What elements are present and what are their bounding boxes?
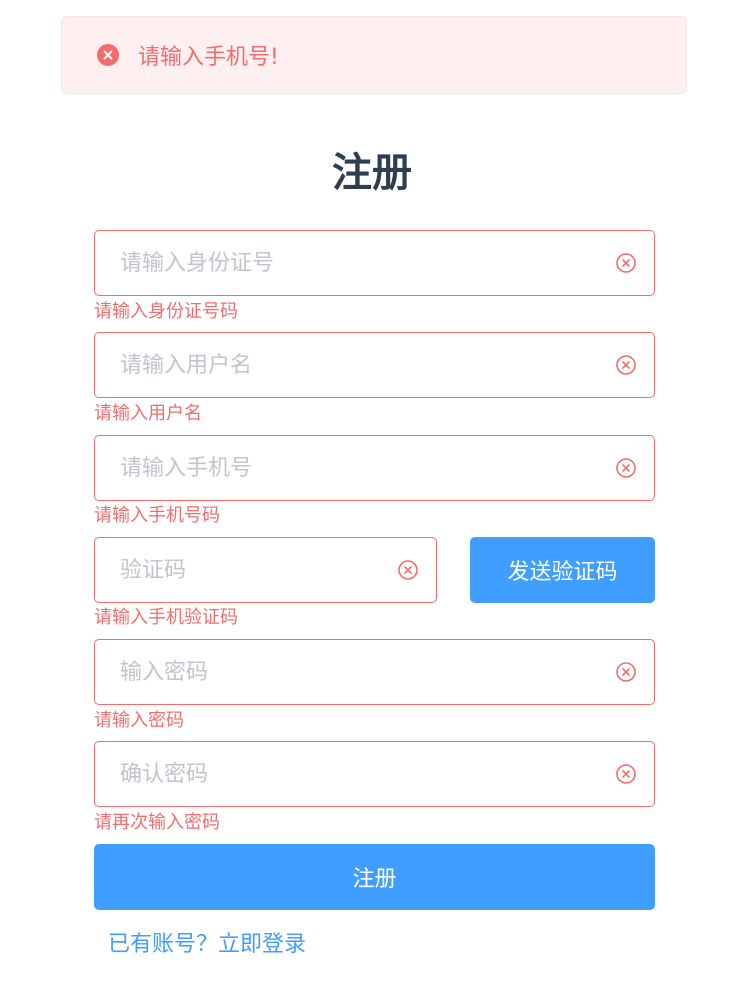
clear-icon[interactable] <box>615 354 637 376</box>
login-link[interactable]: 已有账号？立即登录 <box>108 930 306 960</box>
page-title: 注册 <box>332 150 412 196</box>
clear-icon[interactable] <box>397 559 419 581</box>
error-alert: 请输入手机号! <box>61 16 687 94</box>
id-number-error: 请输入身份证号码 <box>94 301 238 322</box>
register-page: 请输入手机号! 注册 请输入身份证号码 请输入用户名 请输入手机号码 <box>0 0 744 982</box>
id-number-input[interactable] <box>95 231 654 295</box>
sms-code-field <box>94 537 437 603</box>
id-number-field <box>94 230 655 296</box>
send-code-button[interactable]: 发送验证码 <box>470 537 655 603</box>
confirm-password-field <box>94 741 655 807</box>
confirm-password-error: 请再次输入密码 <box>94 812 220 833</box>
phone-field <box>94 435 655 501</box>
phone-input[interactable] <box>95 436 654 500</box>
sms-code-error: 请输入手机验证码 <box>94 607 238 628</box>
register-button[interactable]: 注册 <box>94 844 655 910</box>
alert-message: 请输入手机号! <box>138 45 279 70</box>
clear-icon[interactable] <box>615 763 637 785</box>
password-error: 请输入密码 <box>94 710 184 731</box>
username-field <box>94 332 655 398</box>
clear-icon[interactable] <box>615 252 637 274</box>
username-error: 请输入用户名 <box>94 403 202 424</box>
username-input[interactable] <box>95 333 654 397</box>
sms-code-input[interactable] <box>95 538 436 602</box>
circle-close-icon <box>97 44 119 66</box>
confirm-password-input[interactable] <box>95 742 654 806</box>
password-field <box>94 639 655 705</box>
clear-icon[interactable] <box>615 457 637 479</box>
clear-icon[interactable] <box>615 661 637 683</box>
password-input[interactable] <box>95 640 654 704</box>
phone-error: 请输入手机号码 <box>94 505 220 526</box>
